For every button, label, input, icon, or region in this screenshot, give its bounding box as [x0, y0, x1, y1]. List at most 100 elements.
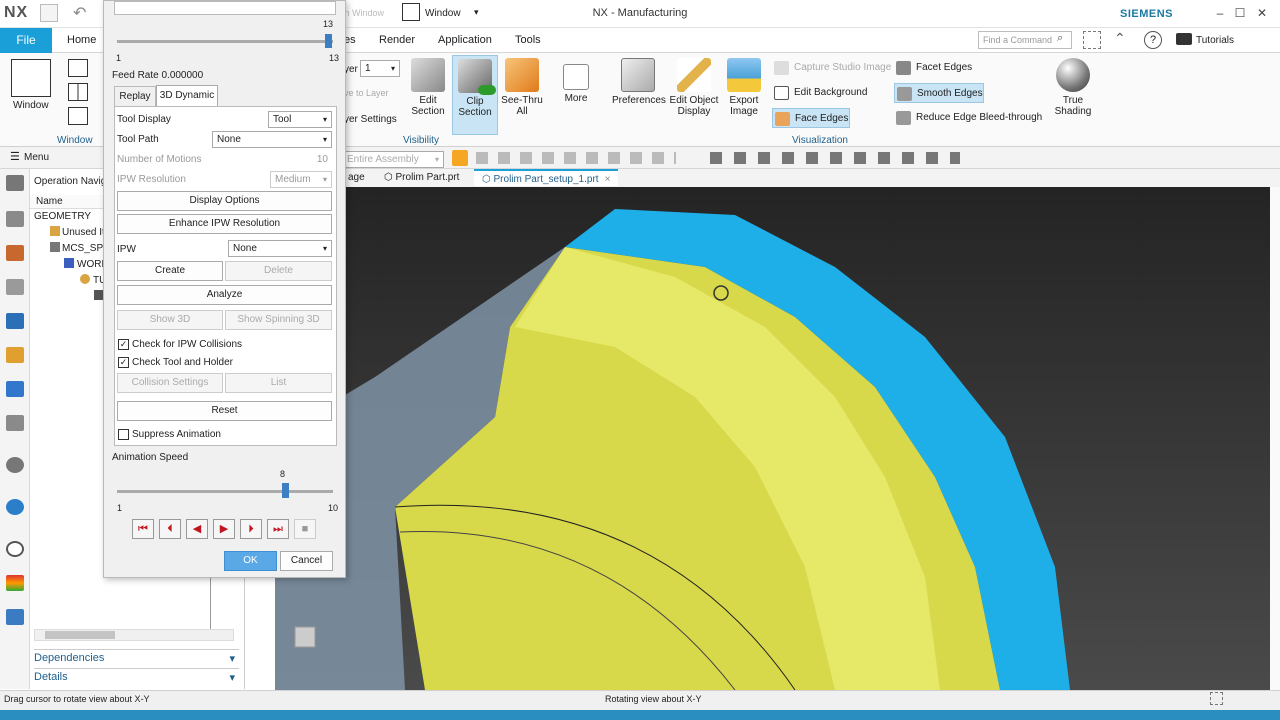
tree-row-geometry[interactable]: GEOMETRY: [34, 211, 91, 222]
motion-slider-track[interactable]: [117, 40, 333, 43]
dependencies-panel[interactable]: Dependencies ▾: [34, 649, 239, 667]
check-tool-holder-checkbox[interactable]: ✓: [118, 357, 129, 368]
search-icon[interactable]: ⌕: [1057, 32, 1063, 45]
face-edges-button[interactable]: Face Edges: [772, 108, 850, 128]
ipw-resolution-select[interactable]: Medium ▾: [270, 171, 332, 188]
fast-forward-to-end-button[interactable]: ⏭: [267, 519, 289, 539]
create-button[interactable]: Create: [117, 261, 223, 281]
cancel-button[interactable]: Cancel: [280, 551, 333, 571]
palette-icon[interactable]: [6, 575, 24, 591]
fullscreen-icon[interactable]: [1210, 692, 1223, 705]
clip-section-button[interactable]: Clip Section: [452, 55, 498, 135]
step-forward-button[interactable]: ⏵: [240, 519, 262, 539]
analyze-button[interactable]: Analyze: [117, 285, 332, 305]
part-navigator-icon[interactable]: [6, 279, 24, 295]
tool-display-select[interactable]: Tool ▾: [268, 111, 332, 128]
machine-tool-icon[interactable]: [6, 347, 24, 363]
view-toolbar-icons[interactable]: [710, 152, 960, 164]
layer-select[interactable]: 1 ▾: [360, 60, 400, 77]
snap-toolbar-icons[interactable]: [476, 152, 676, 164]
see-thru-all-button[interactable]: See-Thru All: [500, 58, 544, 117]
preferences-button[interactable]: Preferences: [612, 58, 666, 106]
reset-button[interactable]: Reset: [117, 401, 332, 421]
check-ipw-collisions-checkbox[interactable]: ✓: [118, 339, 129, 350]
capture-studio-image[interactable]: Capture Studio Image: [772, 58, 892, 78]
doc-tab-prolim-part[interactable]: ⬡ Prolim Part.prt: [376, 169, 467, 186]
close-icon[interactable]: ×: [605, 174, 611, 185]
animation-speed-track[interactable]: [117, 490, 333, 493]
tab-replay[interactable]: Replay: [114, 86, 156, 106]
tab-home[interactable]: Home: [67, 34, 96, 46]
export-image-button[interactable]: Export Image: [722, 58, 766, 117]
reduce-edge-bleed-button[interactable]: Reduce Edge Bleed-through: [894, 108, 1044, 128]
tab-tools[interactable]: Tools: [515, 34, 541, 46]
doc-tab-setup[interactable]: ⬡ Prolim Part_setup_1.prt ×: [474, 169, 619, 186]
layout-split-icon[interactable]: [68, 83, 88, 101]
list-button[interactable]: List: [225, 373, 332, 393]
edit-object-display-button[interactable]: Edit Object Display: [668, 58, 720, 117]
tab-render[interactable]: Render: [379, 34, 415, 46]
menu-button[interactable]: Menu: [24, 152, 49, 163]
edit-background-button[interactable]: Edit Background: [772, 83, 872, 103]
selection-filter-icon[interactable]: [452, 150, 468, 166]
show-spinning-3d-button[interactable]: Show Spinning 3D: [225, 310, 332, 330]
constraint-navigator-icon[interactable]: [6, 245, 24, 261]
horizontal-scrollbar[interactable]: [34, 629, 234, 641]
help-icon[interactable]: ?: [1144, 31, 1162, 49]
play-backward-button[interactable]: ◀: [186, 519, 208, 539]
maximize-button[interactable]: ☐: [1232, 6, 1248, 20]
info-icon[interactable]: [6, 457, 24, 473]
layout-quad-icon[interactable]: [68, 107, 88, 125]
reuse-library-icon[interactable]: [6, 381, 24, 397]
tab-3d-dynamic[interactable]: 3D Dynamic: [156, 85, 218, 106]
minimize-button[interactable]: –: [1212, 6, 1228, 20]
file-tab[interactable]: File: [0, 28, 52, 53]
history-icon[interactable]: [6, 541, 24, 557]
tutorials-link[interactable]: Tutorials: [1196, 35, 1234, 46]
num-motions-input[interactable]: 10: [264, 151, 332, 168]
operation-navigator-icon[interactable]: [6, 313, 24, 329]
ok-button[interactable]: OK: [224, 551, 277, 571]
play-forward-button[interactable]: ▶: [213, 519, 235, 539]
graphics-viewport[interactable]: [275, 187, 1270, 690]
fullscreen-icon[interactable]: [1083, 31, 1101, 49]
web-browser-icon[interactable]: [6, 499, 24, 515]
smooth-edges-button[interactable]: Smooth Edges: [894, 83, 984, 103]
delete-button[interactable]: Delete: [225, 261, 332, 281]
animation-speed-thumb[interactable]: [282, 483, 290, 498]
selection-scope-select[interactable]: Entire Assembly ▾: [342, 151, 444, 168]
edit-section-button[interactable]: Edit Section: [404, 58, 452, 117]
close-button[interactable]: ✕: [1254, 6, 1270, 20]
tab-application[interactable]: Application: [438, 34, 492, 46]
facet-edges-button[interactable]: Facet Edges: [894, 58, 994, 78]
window-icon[interactable]: [402, 3, 420, 21]
enhance-ipw-button[interactable]: Enhance IPW Resolution: [117, 214, 332, 234]
hd3d-icon[interactable]: [6, 415, 24, 431]
gear-icon[interactable]: [6, 175, 24, 191]
chevron-up-icon[interactable]: ⌃: [1114, 30, 1126, 47]
layer-settings[interactable]: yer Settings: [344, 114, 397, 125]
stop-button[interactable]: ■: [294, 519, 316, 539]
rewind-to-start-button[interactable]: ⏮: [132, 519, 154, 539]
window-button[interactable]: Window: [13, 100, 49, 111]
motion-slider-thumb[interactable]: [325, 34, 332, 48]
save-icon[interactable]: [40, 4, 58, 22]
display-options-button[interactable]: Display Options: [117, 191, 332, 211]
step-backward-button[interactable]: ⏴: [159, 519, 181, 539]
true-shading-button[interactable]: True Shading: [1050, 58, 1096, 117]
tree-row-unused[interactable]: Unused It: [62, 227, 105, 238]
ipw-select[interactable]: None ▾: [228, 240, 332, 257]
menu-icon[interactable]: ☰: [10, 150, 20, 163]
details-panel[interactable]: Details ▾: [34, 668, 239, 686]
collision-settings-button[interactable]: Collision Settings: [117, 373, 223, 393]
move-to-layer[interactable]: ve to Layer: [344, 88, 389, 98]
switch-window-label[interactable]: ch Window: [340, 8, 384, 18]
roles-icon[interactable]: [6, 609, 24, 625]
undo-icon[interactable]: ↶: [73, 3, 86, 23]
layout-single-icon[interactable]: [68, 59, 88, 77]
tool-path-select[interactable]: None ▾: [212, 131, 332, 148]
window-btn-icon[interactable]: [11, 59, 51, 97]
show-3d-button[interactable]: Show 3D: [117, 310, 223, 330]
more-button[interactable]: More: [556, 58, 596, 104]
name-column-header[interactable]: Name: [36, 196, 63, 207]
